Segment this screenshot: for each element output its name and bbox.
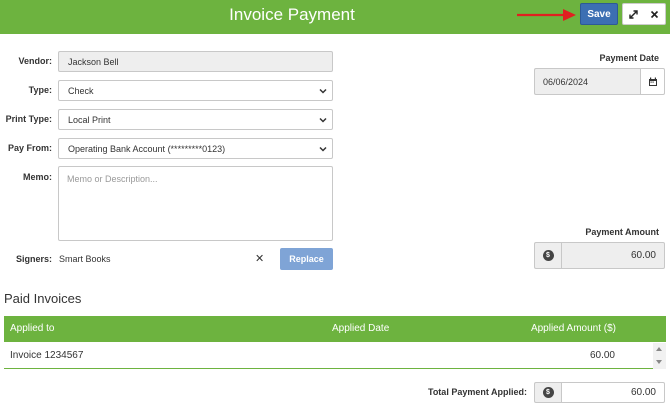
- scroll-up-icon[interactable]: [656, 347, 662, 351]
- dialog-title: Invoice Payment: [229, 5, 355, 24]
- vendor-label: Vendor:: [18, 56, 52, 66]
- chevron-down-icon: [319, 117, 327, 123]
- table-scrollbar[interactable]: [653, 343, 666, 369]
- remove-signer-icon[interactable]: ✕: [255, 252, 264, 265]
- memo-label: Memo:: [23, 172, 52, 182]
- invoice-table-header: Applied to Applied Date Applied Amount (…: [4, 316, 666, 342]
- pay-from-select[interactable]: Operating Bank Account (*********0123): [58, 138, 333, 159]
- total-payment-group: $ 60.00: [534, 382, 665, 403]
- print-type-label: Print Type:: [5, 114, 52, 124]
- column-applied-amount: Applied Amount ($): [530, 323, 616, 334]
- close-icon[interactable]: [644, 4, 665, 24]
- type-select-value: Check: [68, 85, 94, 96]
- vendor-field: Jackson Bell: [58, 51, 333, 72]
- chevron-down-icon: [319, 146, 327, 152]
- pay-from-label: Pay From:: [7, 143, 52, 153]
- red-arrow-annotation: [517, 9, 576, 21]
- payment-amount-label: Payment Amount: [585, 227, 659, 237]
- row-applied-to: Invoice 1234567: [10, 350, 84, 361]
- table-row: Invoice 1234567 60.00: [4, 343, 653, 369]
- chevron-down-icon: [319, 88, 327, 94]
- total-payment-field: 60.00: [561, 382, 665, 403]
- window-controls: [622, 3, 666, 25]
- scroll-down-icon[interactable]: [656, 360, 662, 364]
- payment-amount-group: $ 60.00: [534, 242, 665, 269]
- dollar-coin-icon: $: [534, 382, 561, 403]
- memo-textarea[interactable]: Memo or Description...: [58, 166, 333, 241]
- type-label: Type:: [28, 85, 52, 95]
- dollar-coin-icon: $: [534, 242, 561, 269]
- pay-from-select-value: Operating Bank Account (*********0123): [68, 143, 226, 154]
- print-type-select-value: Local Print: [68, 114, 111, 125]
- save-button[interactable]: Save: [580, 3, 618, 25]
- column-applied-date: Applied Date: [332, 323, 390, 334]
- paid-invoices-title: Paid Invoices: [4, 291, 82, 306]
- row-applied-amount: 60.00: [589, 350, 615, 361]
- total-payment-label: Total Payment Applied:: [427, 387, 527, 397]
- expand-icon[interactable]: [623, 4, 644, 24]
- payment-amount-field: 60.00: [561, 242, 665, 269]
- type-select[interactable]: Check: [58, 80, 333, 101]
- replace-signer-button[interactable]: Replace: [280, 248, 333, 270]
- signers-label: Signers:: [15, 254, 52, 264]
- payment-date-field[interactable]: 06/06/2024: [534, 68, 641, 95]
- payment-date-label: Payment Date: [599, 53, 659, 63]
- signer-name: Smart Books: [59, 254, 111, 264]
- print-type-select[interactable]: Local Print: [58, 109, 333, 130]
- calendar-icon[interactable]: [640, 68, 665, 95]
- column-applied-to: Applied to: [10, 323, 55, 334]
- dialog-header: Invoice Payment Save: [0, 0, 670, 34]
